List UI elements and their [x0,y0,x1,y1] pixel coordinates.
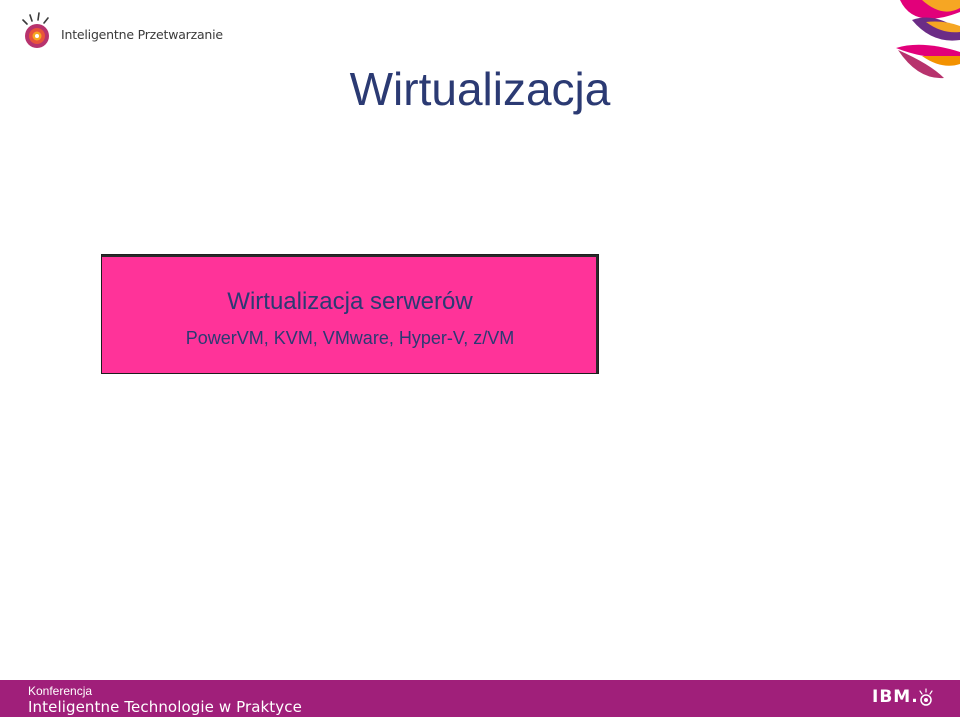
footer-conference-label: Konferencja [28,684,93,698]
ibm-logo: IBM. [872,687,919,707]
slide-title: Wirtualizacja [349,63,611,115]
footer-conference-name: Inteligentne Technologie w Praktyce [28,698,302,716]
highlight-box-title: Wirtualizacja serwerów [227,288,473,315]
footer-bar: Konferencja Inteligentne Technologie w P… [0,680,960,717]
brand-title: Inteligentne Przetwarzanie [61,27,223,42]
smarter-planet-small-icon [919,688,933,706]
highlight-box-subtitle: PowerVM, KVM, VMware, Hyper-V, z/VM [185,328,515,348]
smarter-planet-icon [22,12,49,48]
highlight-box: Wirtualizacja serwerów PowerVM, KVM, VMw… [101,254,599,374]
